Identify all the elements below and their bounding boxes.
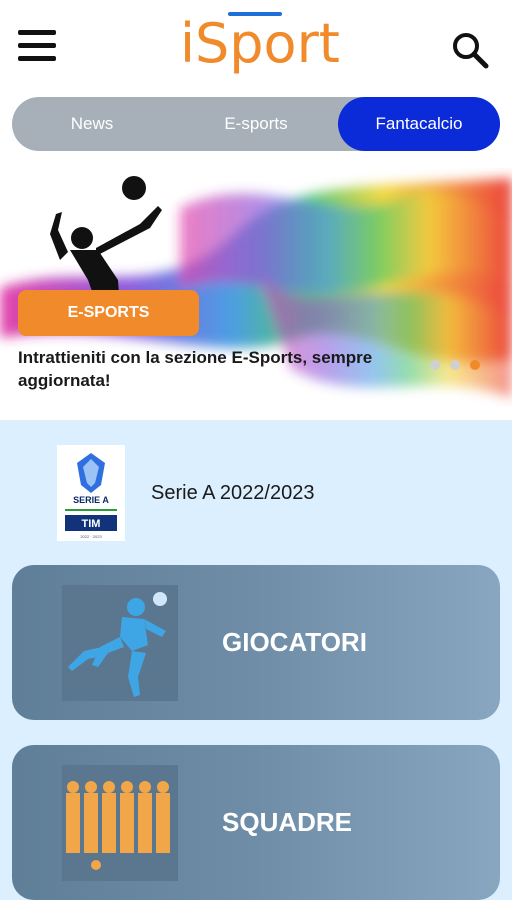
category-badge[interactable]: E-SPORTS	[18, 290, 199, 336]
carousel-dot[interactable]	[430, 360, 440, 370]
tab-fantacalcio[interactable]: Fantacalcio	[338, 97, 500, 151]
tab-esports[interactable]: E-sports	[176, 97, 336, 151]
tab-bar: News E-sports Fantacalcio	[12, 97, 500, 151]
app-header: iSport	[0, 0, 512, 96]
carousel-dot[interactable]	[450, 360, 460, 370]
teams-label: SQUADRE	[222, 807, 353, 837]
team-image	[62, 765, 178, 881]
search-icon[interactable]	[450, 30, 490, 70]
teams-card[interactable]: SQUADRE	[12, 745, 500, 900]
logo-years: 2022 · 2023	[80, 534, 102, 539]
hamburger-icon[interactable]	[18, 30, 56, 64]
serie-a-logo: SERIE A TIM 2022 · 2023	[57, 445, 125, 541]
carousel-dot-active[interactable]	[470, 360, 480, 370]
league-logo-text: SERIE A	[73, 495, 109, 505]
sponsor-text: TIM	[82, 518, 101, 530]
promo-banner[interactable]: E-SPORTS Intrattieniti con la sezione E-…	[0, 168, 512, 420]
players-label: GIOCATORI	[222, 627, 367, 657]
tab-news[interactable]: News	[12, 97, 172, 151]
players-card[interactable]: GIOCATORI	[12, 565, 500, 720]
player-image	[62, 585, 178, 701]
main-panel: SERIE A TIM 2022 · 2023 Serie A 2022/202…	[0, 420, 512, 900]
app-logo: iSport	[180, 12, 340, 75]
banner-caption: Intrattieniti con la sezione E-Sports, s…	[18, 348, 373, 390]
season-title: Serie A 2022/2023	[151, 482, 315, 504]
